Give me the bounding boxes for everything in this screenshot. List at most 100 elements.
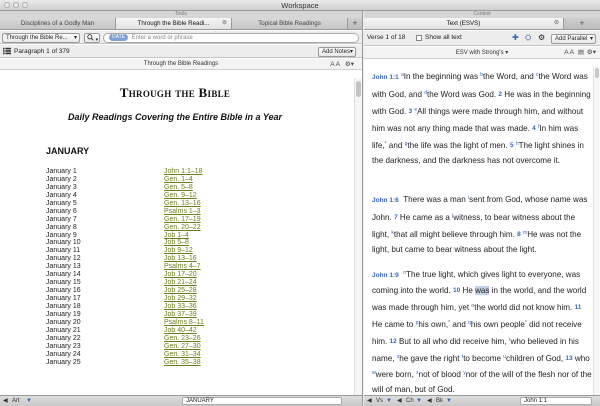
reading-row: January 24 Gen. 31–34	[46, 351, 286, 359]
tab-disciplines[interactable]: Disciplines of a Godly Man	[0, 18, 116, 29]
reading-ref-link[interactable]: Job 29–32	[164, 295, 197, 303]
reading-day: January 20	[46, 318, 81, 326]
scroll-thumb[interactable]	[595, 68, 599, 78]
reading-row: January 5 Gen. 13–16	[46, 200, 286, 208]
left-search-toolbar: Through the Bible Re... ▾ ▾ DATE Enter a…	[0, 31, 362, 44]
left-scrollbar[interactable]	[354, 78, 362, 395]
back-arrow-icon[interactable]: ◀	[397, 397, 402, 405]
forward-arrow-icon[interactable]: ▼	[26, 397, 32, 405]
back-arrow-icon[interactable]: ◀	[3, 397, 8, 405]
reading-ref-link[interactable]: Job 33–36	[164, 303, 197, 311]
tab-text-esvs[interactable]: Text (ESVS) ⊜	[364, 18, 564, 29]
verse-ref[interactable]: John 1:9	[372, 272, 399, 279]
forward-arrow-icon[interactable]: ▼	[416, 397, 422, 405]
gear-icon[interactable]: ⚙▾	[345, 59, 354, 70]
chapter-nav-label[interactable]: Ch	[406, 397, 414, 405]
reading-day: January 5	[46, 199, 77, 207]
list-icon[interactable]	[3, 47, 11, 57]
reading-ref-link[interactable]: Psalms 1–3	[164, 208, 201, 216]
reading-row: January 23 Gen. 27–30	[46, 343, 286, 351]
reading-ref-link[interactable]: Gen. 31–34	[164, 351, 201, 359]
left-panel: Tools Disciplines of a Godly Man Through…	[0, 11, 363, 406]
reading-day: January 12	[46, 255, 81, 263]
reading-ref-link[interactable]: John 1:1–18	[164, 168, 203, 176]
add-tab-button[interactable]: +	[564, 18, 600, 29]
reading-ref-link[interactable]: Gen. 17–19	[164, 216, 201, 224]
tab-through-the-bible[interactable]: Through the Bible Readi... ⊜	[116, 18, 232, 29]
reading-ref-link[interactable]: Gen. 13–16	[164, 200, 201, 208]
left-tabstrip: Disciplines of a Godly Man Through the B…	[0, 18, 362, 30]
back-arrow-icon[interactable]: ◀	[367, 397, 372, 405]
tab-label: Text (ESVS)	[446, 20, 481, 27]
reading-row: January 14 Job 17–20	[46, 271, 286, 279]
show-all-checkbox[interactable]	[416, 35, 422, 41]
reading-ref-link[interactable]: Gen. 20–22	[164, 224, 201, 232]
add-tab-button[interactable]: +	[348, 18, 362, 29]
reading-ref-link[interactable]: Gen. 9–12	[164, 192, 197, 200]
reference-field[interactable]: John 1:1	[520, 397, 592, 405]
reading-row: January 16 Job 25–28	[46, 287, 286, 295]
show-all-label: Show all text	[425, 34, 462, 41]
chevron-down-icon[interactable]: ⊜	[222, 18, 227, 29]
chevron-down-icon[interactable]: ⊜	[554, 18, 559, 29]
pane-label-tools: Tools	[0, 11, 362, 18]
text-size-control[interactable]: A A	[564, 47, 574, 59]
reading-row: January 21 Job 40–42	[46, 327, 286, 335]
reading-ref-link[interactable]: Gen. 1–4	[164, 176, 193, 184]
tab-topical-bible[interactable]: Topical Bible Readings	[232, 18, 348, 29]
reading-ref-link[interactable]: Job 25–28	[164, 287, 197, 295]
resource-select[interactable]: Through the Bible Re... ▾	[2, 32, 80, 43]
verse-ref[interactable]: John 1:6	[372, 197, 399, 204]
reading-day: January 15	[46, 279, 81, 287]
columns-icon[interactable]: ▤	[578, 47, 584, 59]
book-nav-label[interactable]: Bk	[436, 397, 443, 405]
reading-ref-link[interactable]: Gen. 5–8	[164, 184, 193, 192]
reading-ref-link[interactable]: Gen. 23–26	[164, 335, 201, 343]
verse-nav-label[interactable]: Vs	[376, 397, 383, 405]
reading-ref-link[interactable]: Gen. 27–30	[164, 343, 201, 351]
reading-ref-link[interactable]: Job 9–12	[164, 247, 193, 255]
verse-indicator: Verse 1 of 18	[367, 34, 406, 41]
reading-ref-link[interactable]: Job 21–24	[164, 279, 197, 287]
text-size-control[interactable]: A A	[330, 59, 340, 70]
search-type-select[interactable]: ▾	[84, 32, 100, 43]
gear-icon[interactable]: ⚙▾	[587, 47, 596, 59]
reading-day: January 3	[46, 183, 77, 191]
left-bottom-bar: ◀ Art ▼ JANUARY	[0, 395, 362, 406]
forward-arrow-icon[interactable]: ▼	[386, 397, 392, 405]
document-view: Through the Bible Daily Readings Coverin…	[0, 78, 362, 395]
reading-ref-link[interactable]: Job 13–16	[164, 255, 197, 263]
reading-day: January 1	[46, 168, 77, 175]
bible-version-select[interactable]: ESV with Strong's ▾	[456, 50, 509, 56]
forward-arrow-icon[interactable]: ▼	[446, 397, 452, 405]
reading-ref-link[interactable]: Gen. 35–38	[164, 359, 201, 367]
location-field[interactable]: JANUARY	[182, 397, 342, 405]
add-parallel-button[interactable]: Add Parallel ▾	[551, 33, 596, 44]
date-pill[interactable]: DATE	[109, 33, 128, 41]
reading-row: January 7 Gen. 17–19	[46, 216, 286, 224]
scroll-thumb[interactable]	[356, 81, 361, 97]
add-parallel-label: Add Parallel	[555, 35, 588, 42]
user-icon[interactable]: ✚	[512, 33, 519, 42]
reading-day: January 11	[46, 247, 81, 255]
verse-ref[interactable]: John 1:1	[372, 74, 399, 81]
gear-icon[interactable]: ⚙	[538, 33, 545, 42]
reading-ref-link[interactable]: Job 40–42	[164, 327, 197, 335]
reading-ref-link[interactable]: Job 5–8	[164, 239, 189, 247]
reading-ref-link[interactable]: Psalms 4–7	[164, 263, 201, 271]
right-bottom-bar: ◀ Vs ▼ ◀ Ch ▼ ◀ Bk ▼ John 1:1	[364, 395, 600, 406]
reading-ref-link[interactable]: Job 37–39	[164, 311, 197, 319]
back-arrow-icon[interactable]: ◀	[427, 397, 432, 405]
add-notes-button[interactable]: Add Notes ▾	[318, 46, 356, 57]
reading-ref-link[interactable]: Job 17–20	[164, 271, 197, 279]
reading-row: January 15 Job 21–24	[46, 279, 286, 287]
book-icon[interactable]: ⛭	[525, 33, 531, 43]
reading-row: January 10 Job 5–8	[46, 239, 286, 247]
reading-ref-link[interactable]: Job 1–4	[164, 232, 189, 240]
reading-ref-link[interactable]: Psalms 8–11	[164, 319, 204, 327]
right-nav-toolbar: Verse 1 of 18 Show all text ✚ ⛭ ⚙ Add Pa…	[364, 31, 600, 46]
right-scrollbar[interactable]	[593, 66, 600, 396]
search-input[interactable]: DATE Enter a word or phrase	[103, 32, 359, 43]
reading-row: January 13 Psalms 4–7	[46, 263, 286, 271]
art-label[interactable]: Art	[12, 397, 20, 405]
